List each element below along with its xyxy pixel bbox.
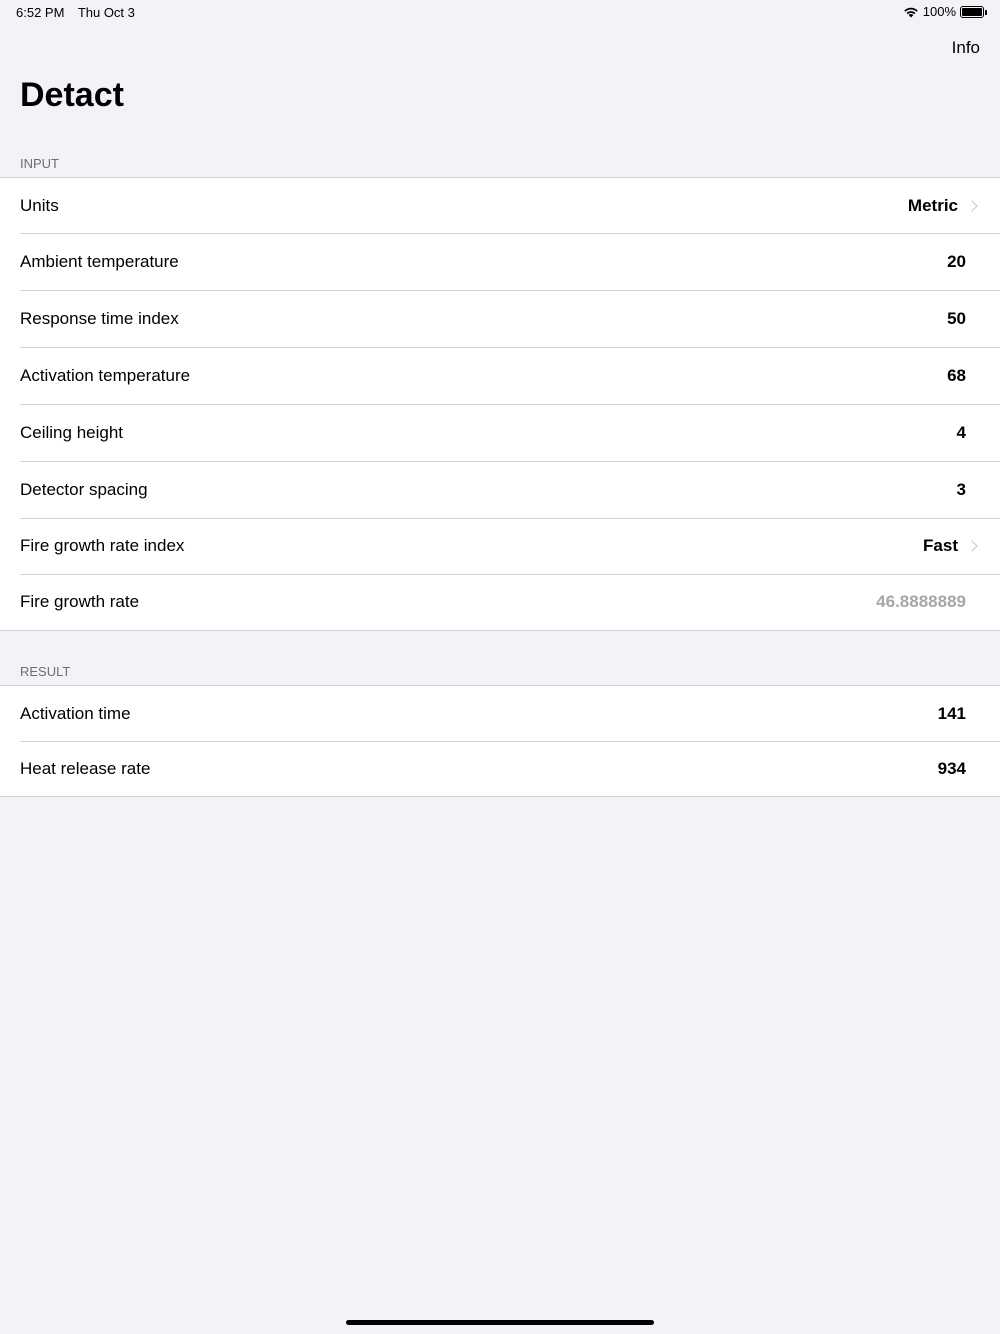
input-group: Units Metric Ambient temperature 20 Resp… <box>0 177 1000 631</box>
info-button[interactable]: Info <box>952 38 980 58</box>
detector-spacing-value[interactable]: 3 <box>957 480 966 500</box>
ceiling-height-value[interactable]: 4 <box>957 423 966 443</box>
home-indicator[interactable] <box>346 1320 654 1325</box>
result-section-header: RESULT <box>20 664 71 679</box>
heat-release-rate-value: 934 <box>937 758 966 778</box>
activation-time-value: 141 <box>937 703 966 723</box>
heat-release-rate-label: Heat release rate <box>20 758 151 778</box>
activation-time-label: Activation time <box>20 703 131 723</box>
battery-icon <box>960 5 987 18</box>
detector-spacing-label: Detector spacing <box>20 479 148 499</box>
fire-growth-rate-row: Fire growth rate 46.8888889 <box>0 574 1000 630</box>
wifi-icon <box>903 7 918 17</box>
fire-growth-rate-value: 46.8888889 <box>876 592 966 611</box>
input-section-header: INPUT <box>20 156 59 171</box>
heat-release-rate-row: Heat release rate 934 <box>0 741 1000 796</box>
battery-fill <box>962 7 982 16</box>
ceiling-height-row[interactable]: Ceiling height 4 <box>0 404 1000 461</box>
battery-percent: 100% <box>922 4 956 19</box>
status-date: Thu Oct 3 <box>77 5 135 20</box>
status-right: 100% <box>903 4 987 19</box>
chevron-right-icon <box>966 540 978 552</box>
fire-growth-rate-index-value: Fast <box>923 536 958 555</box>
units-label: Units <box>20 195 59 215</box>
activation-temperature-row[interactable]: Activation temperature 68 <box>0 347 1000 404</box>
units-row[interactable]: Units Metric <box>0 178 1000 233</box>
fire-growth-rate-label: Fire growth rate <box>20 592 140 611</box>
ceiling-height-label: Ceiling height <box>20 422 124 442</box>
ambient-temperature-row[interactable]: Ambient temperature 20 <box>0 233 1000 290</box>
ambient-temperature-label: Ambient temperature <box>20 251 179 271</box>
status-left: 6:52 PM Thu Oct 3 <box>16 5 145 20</box>
fire-growth-rate-index-row[interactable]: Fire growth rate index Fast <box>0 518 1000 574</box>
status-time: 6:52 PM <box>16 5 65 20</box>
units-value: Metric <box>907 195 958 215</box>
activation-temperature-label: Activation temperature <box>20 365 191 385</box>
fire-growth-rate-index-label: Fire growth rate index <box>20 536 185 555</box>
ambient-temperature-value[interactable]: 20 <box>947 252 966 272</box>
activation-time-row: Activation time 141 <box>0 686 1000 741</box>
detector-spacing-row[interactable]: Detector spacing 3 <box>0 461 1000 518</box>
status-bar: 6:52 PM Thu Oct 3 100% <box>0 0 1000 24</box>
activation-temperature-value[interactable]: 68 <box>947 366 966 386</box>
chevron-right-icon <box>966 199 978 212</box>
page-title: Detact <box>20 76 124 114</box>
result-group: Activation time 141 Heat release rate 93… <box>0 685 1000 797</box>
response-time-index-label: Response time index <box>20 308 179 328</box>
response-time-index-value[interactable]: 50 <box>947 309 966 329</box>
response-time-index-row[interactable]: Response time index 50 <box>0 290 1000 347</box>
